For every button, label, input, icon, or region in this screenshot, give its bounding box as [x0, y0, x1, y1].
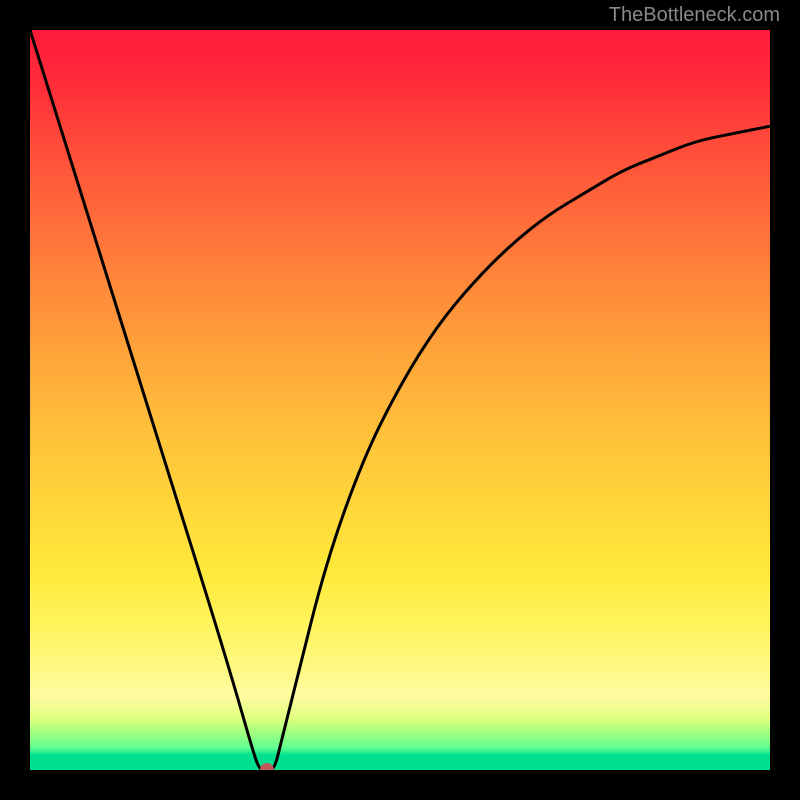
chart-curve-svg: [30, 30, 770, 770]
optimal-point-marker: [260, 763, 274, 770]
bottleneck-curve-line: [30, 30, 770, 770]
chart-plot-area: [30, 30, 770, 770]
watermark-text: TheBottleneck.com: [609, 4, 780, 27]
